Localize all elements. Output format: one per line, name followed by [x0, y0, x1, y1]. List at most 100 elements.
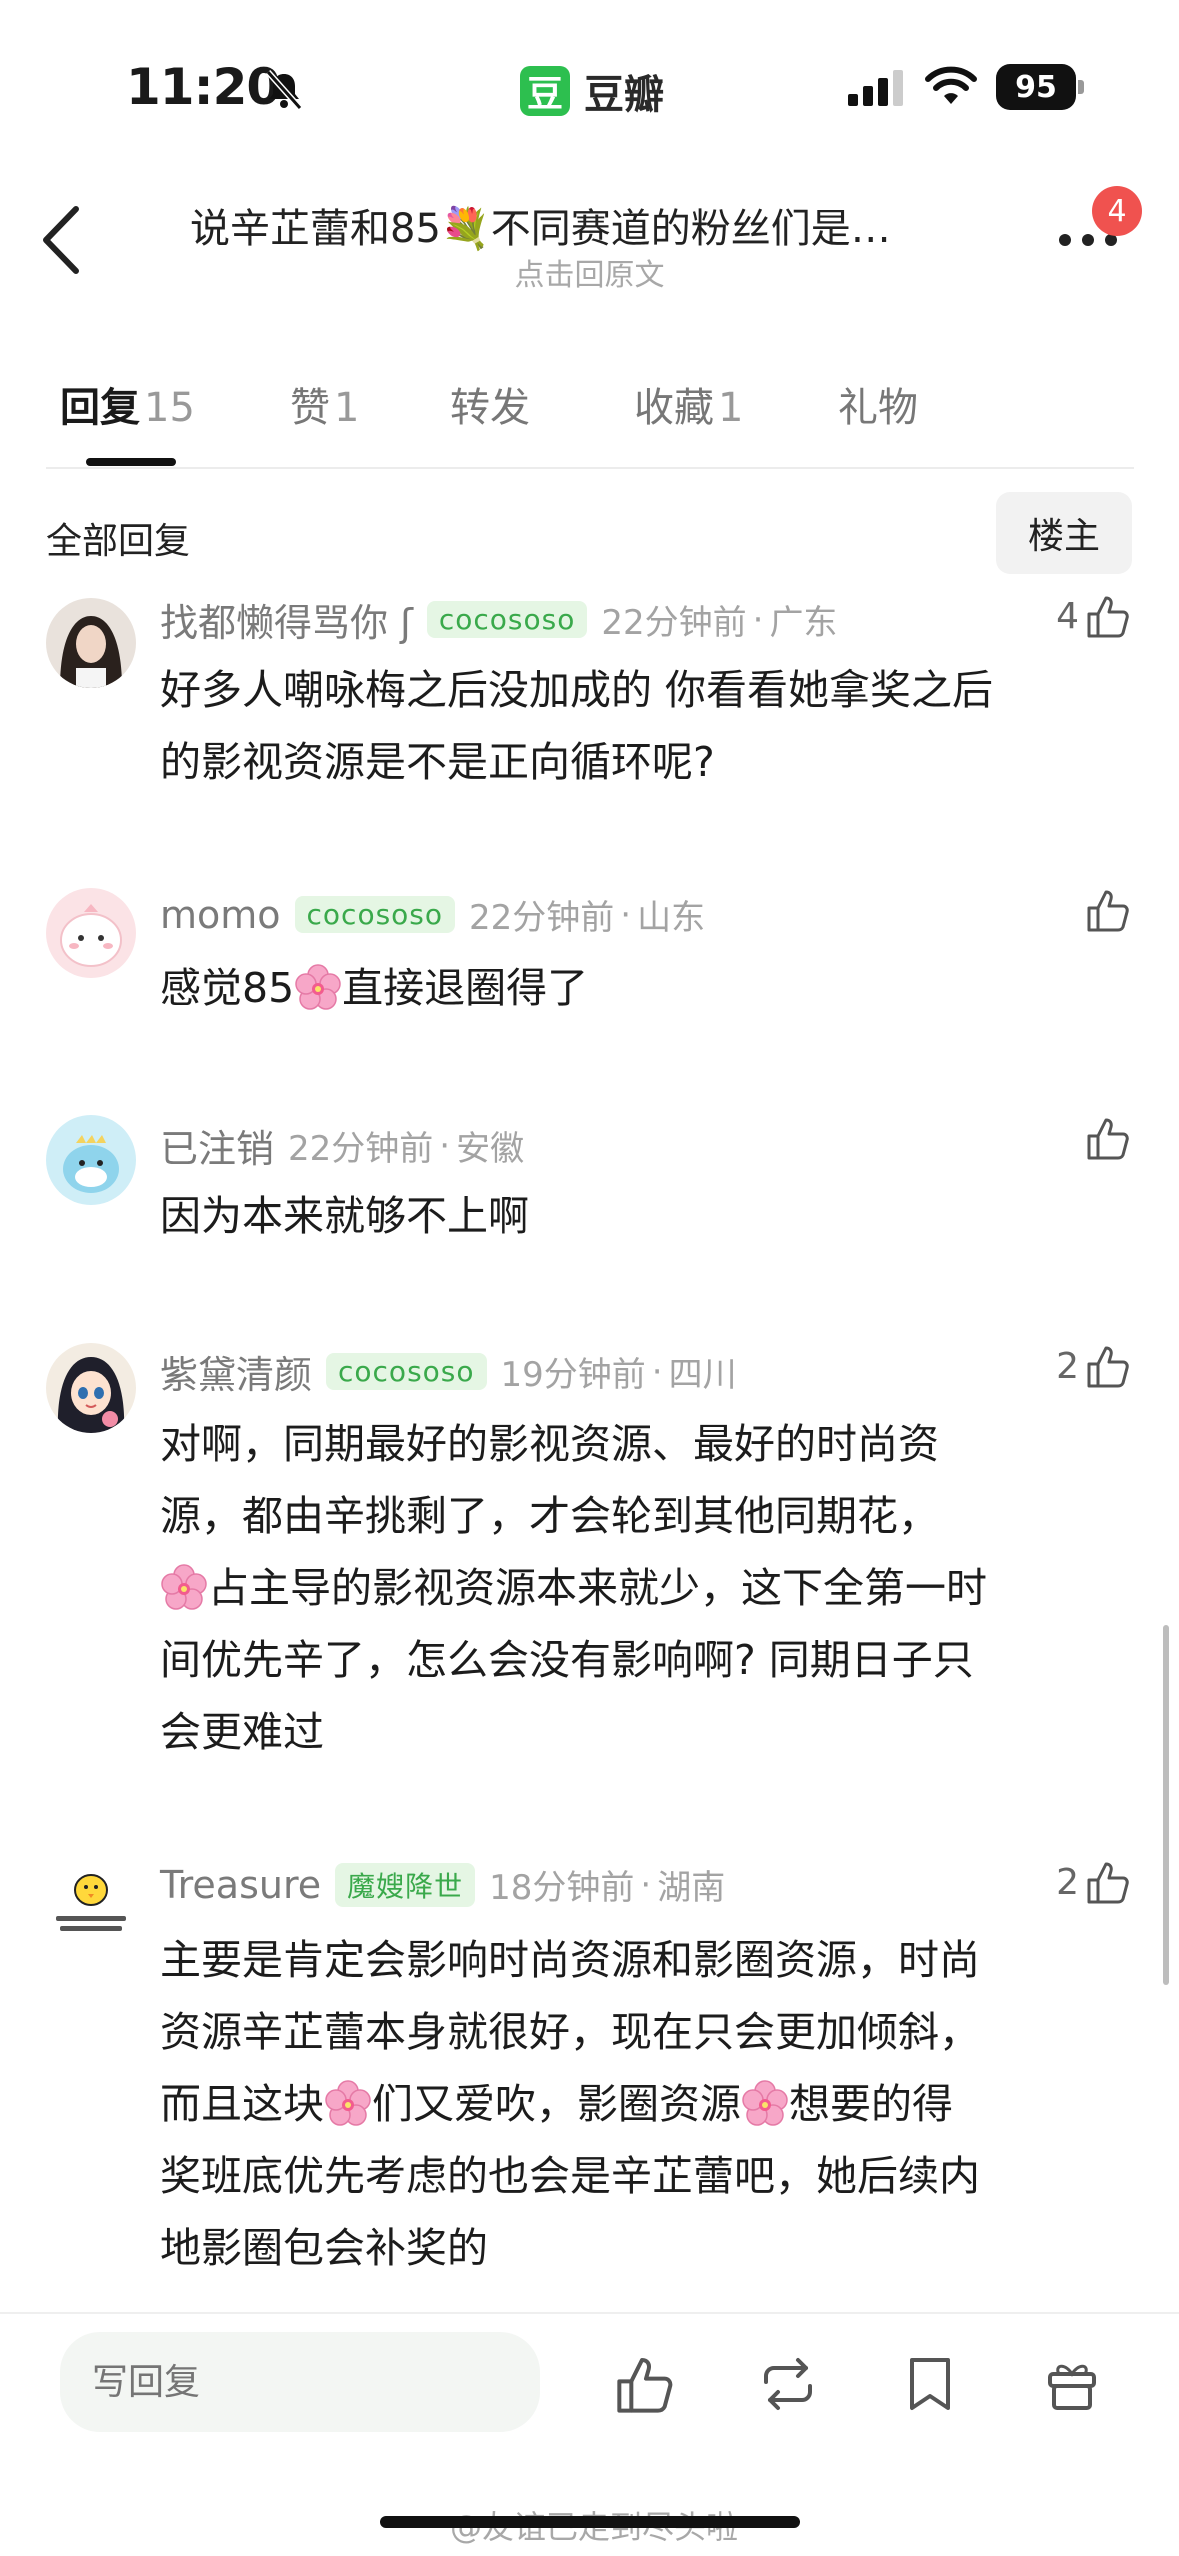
comment-header: Treasure 魔嫂降世 18分钟前 · 湖南	[160, 1860, 725, 1909]
like-button[interactable]	[1085, 886, 1133, 934]
status-time: 11:20	[126, 58, 281, 116]
comment-text: 好多人嘲咏梅之后没加成的 你看看她拿奖之后 的影视资源是不是正向循环呢?	[160, 654, 1135, 798]
back-to-post-link[interactable]: 点击回原文	[0, 250, 1179, 294]
tab-replies[interactable]: 回复 15	[60, 375, 195, 433]
bookmark-icon[interactable]	[898, 2352, 962, 2416]
comment-time: 18分钟前	[489, 1868, 635, 1908]
comment-text: 感觉85 直接退圈得了	[160, 952, 1135, 1024]
like-button[interactable]: 2	[1056, 1342, 1133, 1390]
comment-username[interactable]: 紫黛清颜	[160, 1344, 312, 1399]
douban-logo-icon: 豆	[520, 66, 570, 116]
comment-header: 找都懒得骂你 ʃ cocososo 22分钟前 · 广东	[160, 592, 837, 647]
tab-count: 1	[718, 385, 744, 431]
wifi-icon	[925, 66, 977, 104]
comment-line: 而且这块	[160, 2080, 324, 2128]
comment-location: 广东	[769, 603, 838, 643]
repost-icon[interactable]	[756, 2352, 820, 2416]
bottom-bar-divider	[0, 2312, 1179, 2314]
meta-separator: ·	[752, 599, 764, 640]
tab-divider	[46, 467, 1134, 469]
comment-line: 的影视资源是不是正向循环呢?	[160, 738, 715, 786]
app-name: 豆瓣	[584, 72, 664, 118]
op-only-filter-button[interactable]: 楼主	[996, 492, 1132, 574]
tab-collections[interactable]: 收藏 1	[634, 375, 743, 433]
user-badge: cocososo	[294, 896, 456, 933]
comment-line: 主要是肯定会影响时尚资源和影圈资源，时尚	[160, 1936, 980, 1984]
like-post-icon[interactable]	[614, 2352, 678, 2416]
like-count: 2	[1056, 1861, 1079, 1903]
cherry-blossom-emoji-icon	[294, 964, 342, 1012]
comment-time: 22分钟前	[601, 603, 747, 643]
active-tab-indicator	[86, 458, 176, 466]
comment-line: 占主导的影视资源本来就少，这下全第一时	[208, 1564, 987, 1612]
muted-bell-icon	[265, 70, 303, 110]
user-avatar[interactable]	[46, 598, 136, 688]
tab-count: 1	[334, 385, 360, 431]
like-button[interactable]: 2	[1056, 1858, 1133, 1906]
user-avatar[interactable]	[46, 1343, 136, 1433]
like-button[interactable]	[1085, 1114, 1133, 1162]
thumbs-up-icon	[1085, 1114, 1133, 1162]
comment-line: 源，都由辛挑剩了，才会轮到其他同期花，	[160, 1492, 939, 1540]
comment-username[interactable]: momo	[160, 893, 281, 937]
all-replies-label: 全部回复	[46, 521, 191, 562]
tab-gifts[interactable]: 礼物	[838, 375, 918, 433]
cherry-blossom-emoji-icon	[741, 2080, 789, 2128]
like-button[interactable]: 4	[1056, 592, 1133, 640]
meta-separator: ·	[620, 894, 632, 935]
comment-time: 22分钟前	[288, 1129, 434, 1169]
gift-icon[interactable]	[1040, 2352, 1104, 2416]
tab-reposts[interactable]: 转发	[450, 375, 530, 433]
comment-line: 们又爱吹，影圈资源	[372, 2080, 741, 2128]
scrollbar[interactable]	[1163, 1625, 1169, 1985]
cellular-signal-icon	[848, 70, 903, 106]
cherry-blossom-emoji-icon	[160, 1564, 208, 1612]
like-count: 4	[1056, 595, 1079, 637]
comment-line: 奖班底优先考虑的也会是辛芷蕾吧，她后续内	[160, 2152, 980, 2200]
comment-time: 22分钟前	[469, 898, 615, 938]
user-badge: cocososo	[426, 601, 588, 638]
comment-header: 已注销 22分钟前 · 安徽	[160, 1118, 524, 1173]
thumbs-up-icon	[1085, 1858, 1133, 1906]
comment-location: 湖南	[657, 1868, 726, 1908]
user-avatar[interactable]	[46, 1860, 136, 1950]
home-indicator[interactable]	[380, 2516, 800, 2528]
post-title[interactable]: 说辛芷蕾和85💐不同赛道的粉丝们是…	[190, 196, 990, 254]
thumbs-up-icon	[1085, 1342, 1133, 1390]
user-avatar[interactable]	[46, 888, 136, 978]
comment-location: 安徽	[456, 1129, 525, 1169]
comment-username[interactable]: 已注销	[160, 1118, 274, 1173]
notification-badge: 4	[1092, 186, 1142, 236]
user-badge: cocososo	[326, 1353, 487, 1390]
app-indicator: 豆 豆瓣	[520, 62, 664, 120]
comment-line: 好多人嘲咏梅之后没加成的 你看看她拿奖之后	[160, 666, 994, 714]
cherry-blossom-emoji-icon	[324, 2080, 372, 2128]
battery-tip	[1078, 80, 1084, 94]
comment-time: 19分钟前	[500, 1355, 646, 1395]
comment-username[interactable]: 找都懒得骂你 ʃ	[160, 592, 413, 647]
tab-label: 收藏	[634, 385, 714, 431]
comment-line: 资源辛芷蕾本身就很好，现在只会更加倾斜，	[160, 2008, 980, 2056]
meta-separator: ·	[651, 1351, 663, 1392]
user-badge: 魔嫂降世	[335, 1862, 476, 1907]
user-avatar[interactable]	[46, 1115, 136, 1205]
tab-label: 赞	[290, 385, 330, 431]
reply-input[interactable]	[60, 2332, 540, 2432]
tab-count: 15	[144, 385, 195, 431]
tab-likes[interactable]: 赞 1	[290, 375, 359, 433]
thumbs-up-icon	[1085, 592, 1133, 640]
comment-header: 紫黛清颜 cocososo 19分钟前 · 四川	[160, 1344, 737, 1399]
comment-line: 因为本来就够不上啊	[160, 1192, 529, 1240]
meta-separator: ·	[640, 1864, 652, 1905]
thumbs-up-icon	[1085, 886, 1133, 934]
comment-text: 因为本来就够不上啊	[160, 1180, 1135, 1252]
comment-line: 会更难过	[160, 1708, 324, 1756]
comment-location: 山东	[637, 898, 706, 938]
meta-separator: ·	[439, 1125, 451, 1166]
tab-label: 回复	[60, 385, 140, 431]
comment-line: 直接退圈得了	[342, 964, 589, 1012]
battery-indicator: 95	[996, 64, 1076, 110]
comment-username[interactable]: Treasure	[160, 1863, 321, 1907]
tab-label: 转发	[450, 385, 530, 431]
comment-line: 对啊，同期最好的影视资源、最好的时尚资	[160, 1420, 939, 1468]
